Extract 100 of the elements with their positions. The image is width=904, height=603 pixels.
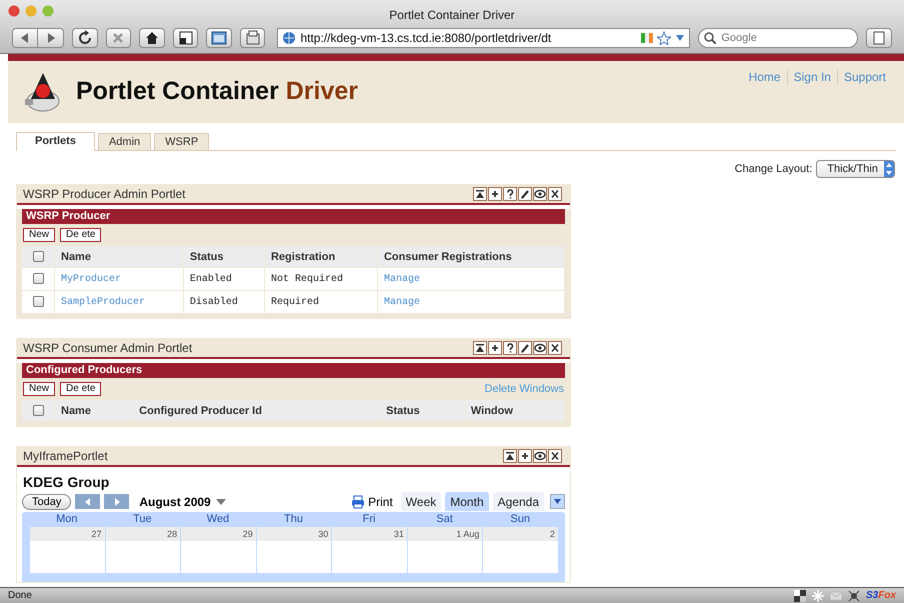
close-button[interactable] <box>548 186 562 200</box>
close-icon <box>549 188 561 200</box>
table-cell: Not Required <box>264 268 378 290</box>
updown-icon <box>884 162 894 176</box>
tab-icon <box>244 30 261 46</box>
pencil-icon <box>519 188 531 200</box>
view-button[interactable] <box>533 340 547 354</box>
checkbox[interactable] <box>32 296 44 307</box>
caret-icon <box>553 497 562 506</box>
date-label: 1 Aug <box>406 527 482 541</box>
search-icon <box>704 32 716 44</box>
eye-icon <box>534 342 546 354</box>
grid-icon <box>794 590 806 602</box>
portlet-title: WSRP Consumer Admin Portlet <box>23 340 192 354</box>
date-label: 27 <box>29 527 105 541</box>
minimize-icon <box>504 450 516 462</box>
stop-button[interactable] <box>106 28 132 48</box>
checkbox[interactable] <box>32 272 44 284</box>
view-tab[interactable]: Month <box>445 492 489 511</box>
tab[interactable]: Admin <box>98 133 152 150</box>
date-label: 30 <box>256 527 332 541</box>
edit-button[interactable] <box>518 186 532 200</box>
table-link[interactable]: SampleProducer <box>61 296 146 308</box>
help-button[interactable] <box>503 186 517 200</box>
view-tab[interactable]: Agenda <box>492 492 544 511</box>
layout-select[interactable]: Thick/Thin <box>816 160 895 178</box>
portlet-title: WSRP Producer Admin Portlet <box>23 186 186 200</box>
addon-label[interactable]: S3Fox <box>866 590 896 601</box>
day-cell[interactable] <box>331 541 407 574</box>
action-button[interactable]: De ete <box>60 228 102 242</box>
weekday-label: Sun <box>509 512 531 527</box>
action-button[interactable]: New <box>23 382 56 396</box>
pencil-icon <box>519 342 531 354</box>
section-header: WSRP Producer <box>22 209 565 224</box>
weekday-label: Tue <box>132 512 153 527</box>
weekday-label: Fri <box>362 512 376 527</box>
calendar-title: KDEG Group <box>22 473 110 492</box>
maximize-button[interactable] <box>518 448 532 462</box>
view-tab[interactable]: Week <box>400 492 442 511</box>
address-field[interactable]: http://kdeg-vm-13.cs.tcd.ie:8080/portletdriver/dt <box>277 28 690 48</box>
snowflake-icon <box>812 590 824 602</box>
view-button[interactable] <box>533 186 547 200</box>
checkbox[interactable] <box>32 251 44 262</box>
flag-icon <box>641 31 654 45</box>
table-link[interactable]: Manage <box>384 296 420 308</box>
tab-button[interactable] <box>240 28 266 48</box>
column-header: Registration <box>264 246 378 268</box>
action-button[interactable]: New <box>23 228 56 242</box>
weekday-label: Thu <box>283 512 304 527</box>
day-cell[interactable] <box>256 541 332 574</box>
table-cell: Disabled <box>183 290 264 313</box>
today-button[interactable]: Today <box>22 494 72 510</box>
minimize-button[interactable] <box>473 340 487 354</box>
menu-button[interactable] <box>550 494 565 509</box>
reload-button[interactable] <box>72 28 98 48</box>
table-link[interactable]: Manage <box>384 274 420 284</box>
home-button[interactable] <box>139 28 165 48</box>
checkbox[interactable] <box>32 405 44 416</box>
screen-button[interactable] <box>172 28 198 48</box>
maximize-button[interactable] <box>488 186 502 200</box>
action-button[interactable]: De ete <box>60 382 102 396</box>
day-cell[interactable] <box>482 541 558 574</box>
column-header: Configured Producer Id <box>132 400 380 421</box>
minimize-icon <box>474 342 486 354</box>
view-button[interactable] <box>533 448 547 462</box>
close-icon <box>549 342 561 354</box>
page-icon <box>871 30 888 46</box>
print-link[interactable]: Print <box>351 494 393 508</box>
help-button[interactable] <box>503 340 517 354</box>
column-header: Name <box>54 400 133 421</box>
edit-button[interactable] <box>518 340 532 354</box>
back-button[interactable] <box>12 28 38 48</box>
search-field[interactable]: Google <box>698 28 858 48</box>
window-button[interactable] <box>206 28 232 48</box>
day-cell[interactable] <box>406 541 482 574</box>
printer-icon <box>351 494 366 508</box>
mail-icon <box>830 590 842 602</box>
day-cell[interactable] <box>104 541 180 574</box>
window-controls-icon <box>8 5 54 17</box>
eye-icon <box>534 450 546 462</box>
table-link[interactable]: MyProducer <box>61 274 122 284</box>
home-icon <box>144 30 160 46</box>
column-header: Window <box>464 400 564 421</box>
date-label: 31 <box>331 527 407 541</box>
day-cell[interactable] <box>180 541 256 574</box>
page-button[interactable] <box>866 28 892 48</box>
day-cell[interactable] <box>29 541 105 574</box>
table-cell: Required <box>264 290 378 313</box>
close-button[interactable] <box>548 340 562 354</box>
date-label: 2 <box>482 527 558 541</box>
column-header: Status <box>380 400 464 421</box>
weekday-label: Sat <box>435 512 454 527</box>
maximize-button[interactable] <box>488 340 502 354</box>
close-button[interactable] <box>548 448 562 462</box>
minimize-button[interactable] <box>473 186 487 200</box>
tab[interactable]: WSRP <box>154 133 210 150</box>
tab[interactable]: Portlets <box>16 132 95 151</box>
minimize-button[interactable] <box>503 448 517 462</box>
globe-icon <box>282 31 296 45</box>
forward-button[interactable] <box>38 28 64 48</box>
